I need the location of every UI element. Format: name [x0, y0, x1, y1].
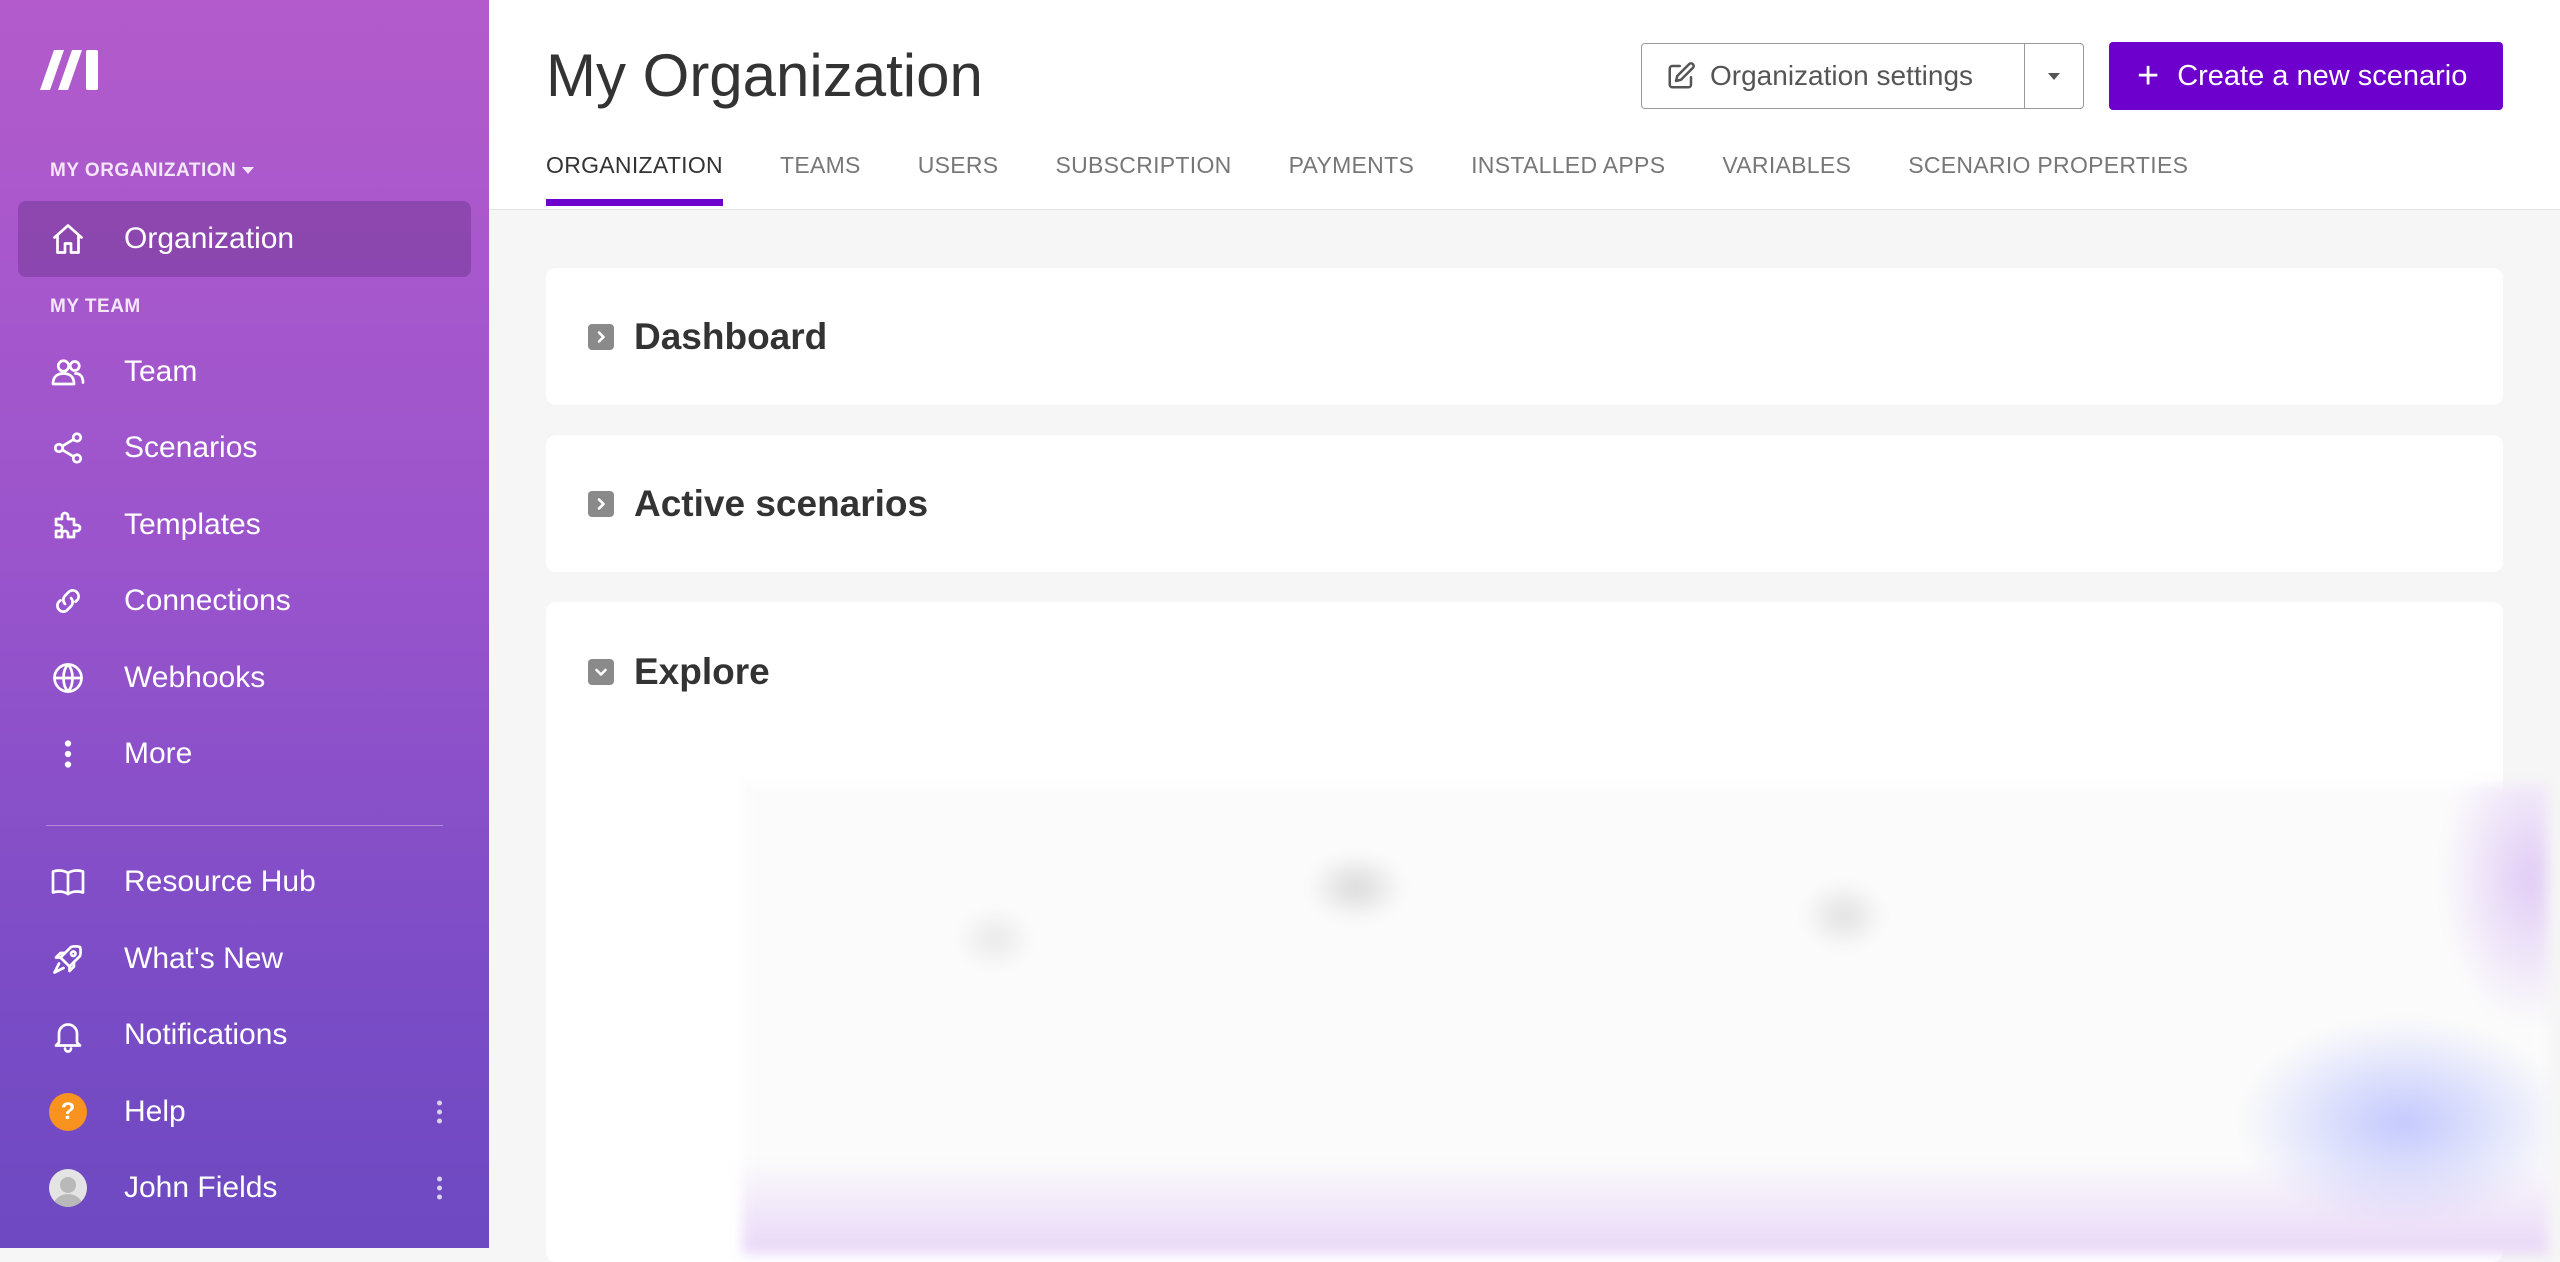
panel-title: Explore: [634, 651, 770, 692]
page-title: My Organization: [546, 42, 983, 109]
sidebar-item-label: Resource Hub: [124, 865, 316, 898]
explore-panel-header[interactable]: Explore: [588, 602, 770, 742]
create-scenario-button[interactable]: + Create a new scenario: [2109, 42, 2503, 110]
sidebar-item-label: John Fields: [124, 1171, 278, 1204]
sidebar-item-webhooks[interactable]: Webhooks: [18, 640, 471, 716]
organization-settings-button[interactable]: Organization settings: [1642, 44, 2024, 108]
home-icon: [48, 219, 88, 259]
my-team-heading: MY TEAM: [50, 296, 141, 317]
sidebar-item-profile[interactable]: John Fields: [18, 1150, 471, 1226]
sidebar-item-label: What's New: [124, 942, 284, 975]
help-icon: ?: [48, 1092, 88, 1132]
organization-settings-split-button: Organization settings: [1641, 43, 2084, 109]
puzzle-icon: [48, 505, 88, 545]
sidebar-item-label: Templates: [124, 508, 261, 541]
chevron-right-icon: [588, 490, 614, 517]
explore-content-placeholder: [742, 784, 2548, 1254]
sidebar-item-help[interactable]: ? Help: [18, 1074, 471, 1150]
tab-subscription[interactable]: SUBSCRIPTION: [1055, 152, 1231, 209]
sidebar-item-label: Connections: [124, 584, 291, 617]
sidebar-item-label: Scenarios: [124, 431, 258, 464]
tab-teams[interactable]: TEAMS: [780, 152, 861, 209]
tab-installed-apps[interactable]: INSTALLED APPS: [1471, 152, 1665, 209]
sidebar-item-resource-hub[interactable]: Resource Hub: [18, 844, 471, 920]
share-icon: [48, 428, 88, 468]
tab-organization[interactable]: ORGANIZATION: [546, 152, 723, 209]
create-scenario-label: Create a new scenario: [2177, 59, 2468, 92]
users-icon: [48, 352, 88, 392]
dashboard-panel: Dashboard: [546, 268, 2503, 405]
sidebar-item-label: Webhooks: [124, 661, 266, 694]
more-vertical-icon[interactable]: [435, 1100, 443, 1124]
organization-settings-label: Organization settings: [1710, 60, 1974, 91]
link-icon: [48, 581, 88, 621]
more-vertical-icon: [48, 734, 88, 774]
dashboard-panel-header[interactable]: Dashboard: [588, 268, 827, 405]
sidebar-item-templates[interactable]: Templates: [18, 487, 471, 563]
organization-settings-dropdown[interactable]: [2024, 44, 2083, 108]
sidebar-item-notifications[interactable]: Notifications: [18, 997, 471, 1073]
sidebar-item-label: Help: [124, 1095, 186, 1128]
tab-bar: ORGANIZATION TEAMS USERS SUBSCRIPTION PA…: [546, 152, 2245, 209]
tab-users[interactable]: USERS: [918, 152, 999, 209]
edit-icon: [1668, 62, 1695, 89]
sidebar-item-team[interactable]: Team: [18, 334, 471, 410]
sidebar-item-scenarios[interactable]: Scenarios: [18, 410, 471, 486]
sidebar-divider: [46, 825, 443, 826]
sidebar-item-label: Organization: [124, 222, 295, 255]
tab-scenario-properties[interactable]: SCENARIO PROPERTIES: [1908, 152, 2188, 209]
sidebar-item-more[interactable]: More: [18, 716, 471, 792]
panel-title: Active scenarios: [634, 482, 929, 524]
caret-down-icon: [242, 167, 255, 175]
page-header: My Organization Organization settings + …: [489, 0, 2560, 210]
avatar: [48, 1168, 88, 1208]
plus-icon: +: [2137, 55, 2160, 97]
explore-panel: Explore: [546, 602, 2548, 1262]
more-vertical-icon[interactable]: [435, 1176, 443, 1200]
tab-payments[interactable]: PAYMENTS: [1289, 152, 1415, 209]
caret-down-icon: [2048, 72, 2060, 80]
rocket-icon: [48, 939, 88, 979]
sidebar: MY ORGANIZATION Organization MY TEAM Tea…: [0, 0, 489, 1248]
panel-title: Dashboard: [634, 315, 828, 357]
chevron-right-icon: [588, 323, 614, 350]
organization-switcher-label: MY ORGANIZATION: [50, 160, 237, 181]
bell-icon: [48, 1015, 88, 1055]
globe-icon: [48, 658, 88, 698]
sidebar-item-label: Notifications: [124, 1018, 288, 1051]
active-scenarios-panel-header[interactable]: Active scenarios: [588, 435, 928, 572]
make-logo-icon[interactable]: [38, 44, 104, 92]
sidebar-item-label: More: [124, 737, 193, 770]
chevron-down-icon: [588, 659, 614, 685]
sidebar-item-connections[interactable]: Connections: [18, 563, 471, 639]
sidebar-item-organization[interactable]: Organization: [18, 201, 471, 277]
active-scenarios-panel: Active scenarios: [546, 435, 2503, 572]
sidebar-item-label: Team: [124, 355, 198, 388]
tab-variables[interactable]: VARIABLES: [1722, 152, 1851, 209]
organization-switcher[interactable]: MY ORGANIZATION: [50, 160, 255, 182]
book-icon: [48, 862, 88, 902]
sidebar-item-whats-new[interactable]: What's New: [18, 921, 471, 997]
